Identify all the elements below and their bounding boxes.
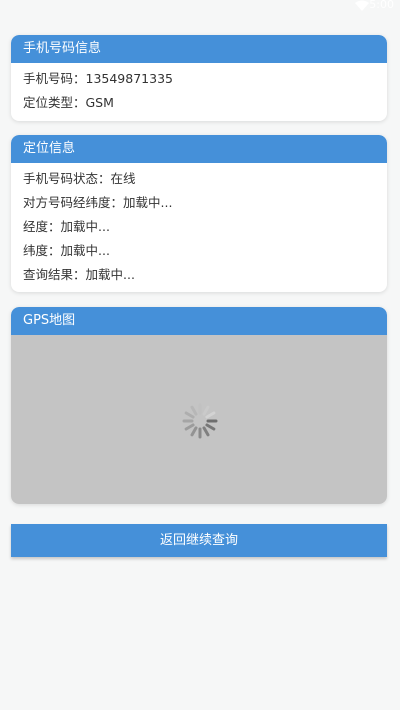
loading-spinner-icon	[182, 403, 218, 439]
location-info-card: 定位信息 手机号码状态：在线 对方号码经纬度：加载中... 经度：加载中... …	[11, 135, 387, 292]
phone-info-title: 手机号码信息	[11, 35, 387, 63]
gps-map-card: GPS地图	[11, 307, 387, 504]
wifi-icon	[355, 0, 369, 11]
longitude-row: 经度：加载中...	[23, 219, 110, 234]
phone-status-row: 手机号码状态：在线	[23, 171, 136, 186]
location-info-title: 定位信息	[11, 135, 387, 163]
coordinates-row: 对方号码经纬度：加载中...	[23, 195, 173, 210]
spinner-spoke	[202, 405, 210, 416]
spinner-spoke	[205, 411, 216, 419]
query-result-row: 查询结果：加载中...	[23, 267, 135, 282]
status-bar: 5:00	[0, 0, 400, 16]
spinner-spoke	[205, 423, 216, 431]
spinner-spoke	[190, 405, 198, 416]
spinner-spoke	[202, 426, 210, 437]
phone-info-card: 手机号码信息 手机号码：13549871335 定位类型：GSM	[11, 35, 387, 121]
map-area[interactable]	[11, 335, 387, 504]
spinner-spoke	[190, 426, 198, 437]
spinner-spoke	[184, 423, 195, 431]
spinner-spoke	[184, 411, 195, 419]
latitude-row: 纬度：加载中...	[23, 243, 110, 258]
gps-map-title: GPS地图	[11, 307, 387, 335]
location-type-row: 定位类型：GSM	[23, 95, 114, 110]
status-time: 5:00	[369, 0, 394, 11]
phone-number-row: 手机号码：13549871335	[23, 71, 173, 86]
return-query-button[interactable]: 返回继续查询	[11, 524, 387, 557]
